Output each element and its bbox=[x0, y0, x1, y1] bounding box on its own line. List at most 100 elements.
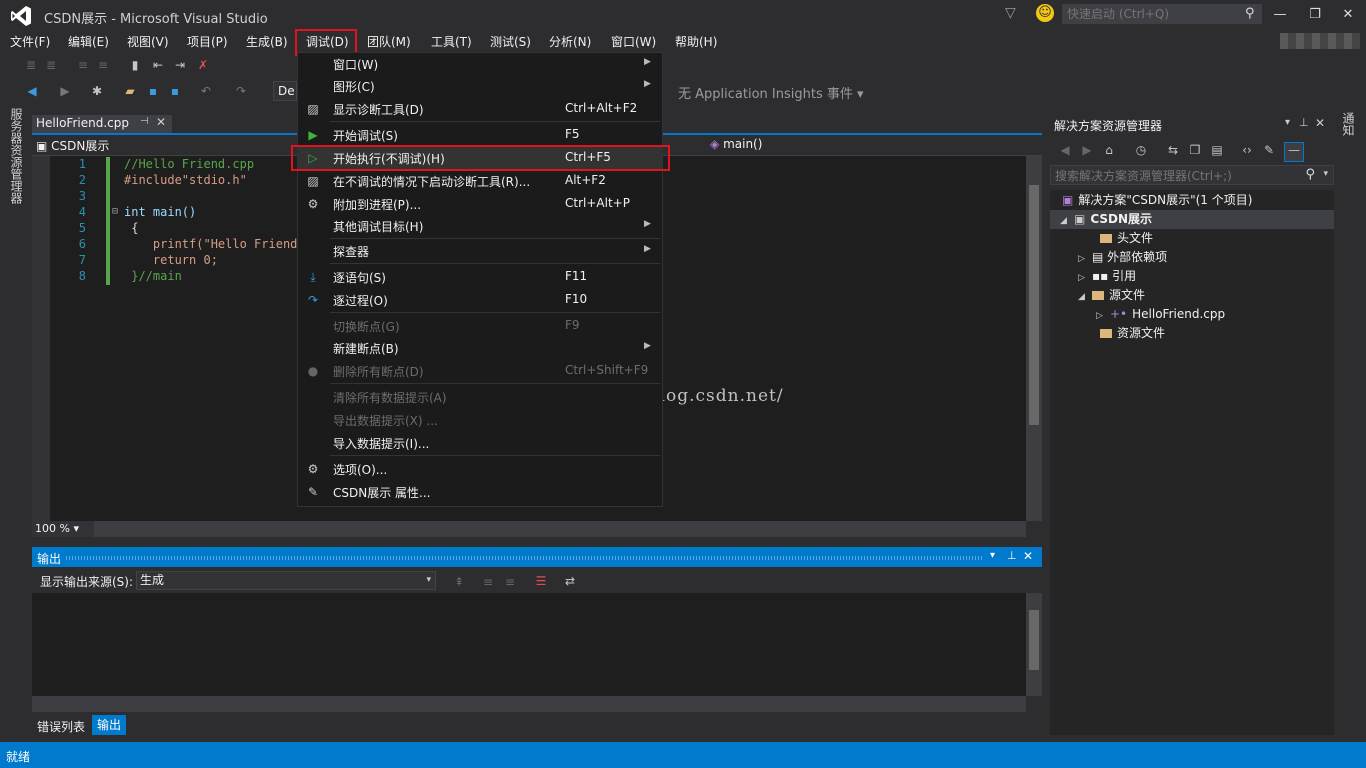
clear-bookmarks-icon[interactable]: ✗ bbox=[196, 58, 210, 72]
notifications-tab[interactable]: 通知 bbox=[1340, 112, 1360, 139]
zoom-level-combo[interactable]: 100 % ▾ bbox=[32, 521, 94, 537]
forward-icon[interactable]: ▶ bbox=[1080, 143, 1094, 157]
menu-edit[interactable]: 编辑(E) bbox=[68, 32, 109, 52]
menu-item-graphics[interactable]: 图形(C) ▶ bbox=[298, 75, 662, 97]
menu-project[interactable]: 项目(P) bbox=[187, 32, 228, 52]
solution-configuration-combo[interactable]: De bbox=[273, 81, 297, 101]
menu-analyze[interactable]: 分析(N) bbox=[549, 32, 591, 52]
solution-explorer-search[interactable]: ⚲ ▾ bbox=[1050, 165, 1334, 186]
undo-icon[interactable]: ↶ bbox=[199, 84, 213, 98]
nav-scope-dropdown[interactable]: ▣ CSDN展示 bbox=[36, 137, 109, 154]
menu-item-options[interactable]: ⚙ 选项(O)... bbox=[298, 458, 662, 480]
save-icon[interactable]: ▪ bbox=[146, 84, 160, 98]
menu-item-import-datatips[interactable]: 导入数据提示(I)... bbox=[298, 432, 662, 454]
tree-item-references[interactable]: ▷ ▪▪ 引用 bbox=[1078, 267, 1136, 286]
menu-item-project-properties[interactable]: ✎ CSDN展示 属性... bbox=[298, 481, 662, 503]
save-all-icon[interactable]: ▪ bbox=[168, 84, 182, 98]
view-code-icon[interactable]: ‹› bbox=[1240, 143, 1254, 157]
open-file-icon[interactable]: ▰ bbox=[123, 84, 137, 98]
goto-next-message-icon[interactable]: ≡ bbox=[503, 575, 517, 589]
output-scroll-thumb[interactable] bbox=[1029, 610, 1039, 670]
menu-file[interactable]: 文件(F) bbox=[10, 32, 50, 52]
tree-item-project[interactable]: ◢ ▣ CSDN展示 bbox=[1050, 210, 1334, 229]
sync-icon[interactable]: ⇆ bbox=[1166, 143, 1180, 157]
back-icon[interactable]: ◀ bbox=[1058, 143, 1072, 157]
menu-item-attach-to-process[interactable]: ⚙ 附加到进程(P)... Ctrl+Alt+P bbox=[298, 193, 662, 215]
pin-icon[interactable]: ⊣ bbox=[140, 116, 149, 127]
menu-item-new-breakpoint[interactable]: 新建断点(B) ▶ bbox=[298, 337, 662, 359]
menu-item-step-over[interactable]: ↷ 逐过程(O) F10 bbox=[298, 289, 662, 311]
tab-output[interactable]: 输出 bbox=[92, 715, 126, 735]
menu-help[interactable]: 帮助(H) bbox=[675, 32, 717, 52]
next-bookmark-icon[interactable]: ⇥ bbox=[173, 58, 187, 72]
user-account-blurred[interactable] bbox=[1280, 33, 1360, 49]
menu-window[interactable]: 窗口(W) bbox=[611, 32, 656, 52]
server-explorer-tab[interactable]: 服务器资源管理器 bbox=[8, 108, 26, 228]
home-icon[interactable]: ⌂ bbox=[1102, 143, 1116, 157]
output-text-area[interactable] bbox=[32, 593, 1026, 696]
close-icon[interactable]: ✕ bbox=[1023, 549, 1033, 563]
close-icon[interactable]: ✕ bbox=[156, 115, 166, 129]
tree-item-solution[interactable]: ▣ 解决方案"CSDN展示"(1 个项目) bbox=[1062, 191, 1252, 210]
preview-icon[interactable]: — bbox=[1284, 142, 1304, 162]
menu-item-show-diagnostic-tools[interactable]: ▨ 显示诊断工具(D) Ctrl+Alt+F2 bbox=[298, 98, 662, 120]
menu-item-profiler[interactable]: 探查器 ▶ bbox=[298, 240, 662, 262]
glyph-margin[interactable] bbox=[32, 156, 50, 521]
editor-horizontal-scrollbar[interactable] bbox=[94, 521, 1026, 537]
back-icon[interactable]: ◀ bbox=[25, 84, 39, 98]
comment-icon[interactable]: ≡ bbox=[76, 58, 90, 72]
goto-previous-message-icon[interactable]: ⇞ bbox=[452, 575, 466, 589]
minimize-button[interactable]: — bbox=[1270, 5, 1290, 25]
editor-scroll-thumb[interactable] bbox=[1029, 185, 1039, 425]
dropdown-icon[interactable]: ▾ bbox=[1323, 169, 1328, 179]
menu-view[interactable]: 视图(V) bbox=[127, 32, 169, 52]
quick-launch-input[interactable] bbox=[1063, 5, 1237, 23]
pending-changes-icon[interactable]: ◷ bbox=[1134, 143, 1148, 157]
tab-error-list[interactable]: 错误列表 bbox=[37, 718, 85, 735]
menu-item-start-diagnostics-without-debugging[interactable]: ▨ 在不调试的情况下启动诊断工具(R)... Alt+F2 bbox=[298, 170, 662, 192]
prev-bookmark-icon[interactable]: ⇤ bbox=[151, 58, 165, 72]
new-project-icon[interactable]: ✱ bbox=[90, 84, 104, 98]
find-message-icon[interactable]: ≡ bbox=[481, 575, 495, 589]
menu-build[interactable]: 生成(B) bbox=[246, 32, 288, 52]
show-all-files-icon[interactable]: ▤ bbox=[1210, 143, 1224, 157]
tree-item-source-files[interactable]: ◢ 源文件 bbox=[1078, 286, 1145, 305]
bookmark-icon[interactable]: ▮ bbox=[128, 58, 142, 72]
notification-filter-icon[interactable]: ▽ bbox=[1005, 5, 1016, 21]
close-icon[interactable]: ✕ bbox=[1315, 116, 1325, 130]
word-wrap-icon[interactable]: ⇄ bbox=[563, 574, 577, 588]
properties-icon[interactable]: ✎ bbox=[1262, 143, 1276, 157]
menu-item-start-debugging[interactable]: ▶ 开始调试(S) F5 bbox=[298, 124, 662, 146]
search-icon[interactable]: ⚲ bbox=[1245, 6, 1255, 21]
menu-item-other-debug-targets[interactable]: 其他调试目标(H) ▶ bbox=[298, 215, 662, 237]
dropdown-icon[interactable]: ▾ bbox=[1285, 117, 1290, 128]
menu-test[interactable]: 测试(S) bbox=[490, 32, 531, 52]
output-source-combo[interactable]: 生成 ▾ bbox=[136, 571, 436, 590]
search-icon[interactable]: ⚲ bbox=[1305, 167, 1315, 182]
nav-member-dropdown[interactable]: ◈ main() bbox=[710, 137, 762, 151]
collapse-icon[interactable]: ⊟ bbox=[112, 206, 118, 217]
uncomment-icon[interactable]: ≡ bbox=[96, 58, 110, 72]
solution-explorer-search-input[interactable] bbox=[1051, 166, 1297, 186]
maximize-button[interactable]: ❐ bbox=[1305, 5, 1325, 25]
menu-item-step-into[interactable]: ⤓ 逐语句(S) F11 bbox=[298, 266, 662, 288]
menu-item-windows[interactable]: 窗口(W) ▶ bbox=[298, 53, 662, 75]
menu-team[interactable]: 团队(M) bbox=[367, 32, 411, 52]
menu-tools[interactable]: 工具(T) bbox=[431, 32, 472, 52]
output-pane-grip[interactable] bbox=[66, 556, 984, 560]
close-button[interactable]: ✕ bbox=[1338, 5, 1358, 25]
output-horizontal-scrollbar[interactable] bbox=[32, 696, 1026, 712]
quick-launch-box[interactable] bbox=[1062, 4, 1262, 24]
tree-item-hellofriend-cpp[interactable]: ▷ +• HelloFriend.cpp bbox=[1096, 305, 1225, 324]
clear-all-icon[interactable]: ☰ bbox=[534, 574, 548, 588]
feedback-smiley-icon[interactable]: ☺ bbox=[1036, 4, 1054, 22]
outdent-icon[interactable]: ≣ bbox=[44, 58, 58, 72]
application-insights-button[interactable]: 无 Application Insights 事件 ▾ bbox=[678, 83, 864, 102]
pin-icon[interactable]: ⊥ bbox=[1007, 549, 1017, 562]
tree-item-resource-files[interactable]: 资源文件 bbox=[1100, 324, 1165, 343]
pin-icon[interactable]: ⊥ bbox=[1299, 116, 1309, 129]
indent-icon[interactable]: ≣ bbox=[24, 58, 38, 72]
forward-icon[interactable]: ▶ bbox=[58, 84, 72, 98]
redo-icon[interactable]: ↷ bbox=[234, 84, 248, 98]
collapse-all-icon[interactable]: ❐ bbox=[1188, 143, 1202, 157]
